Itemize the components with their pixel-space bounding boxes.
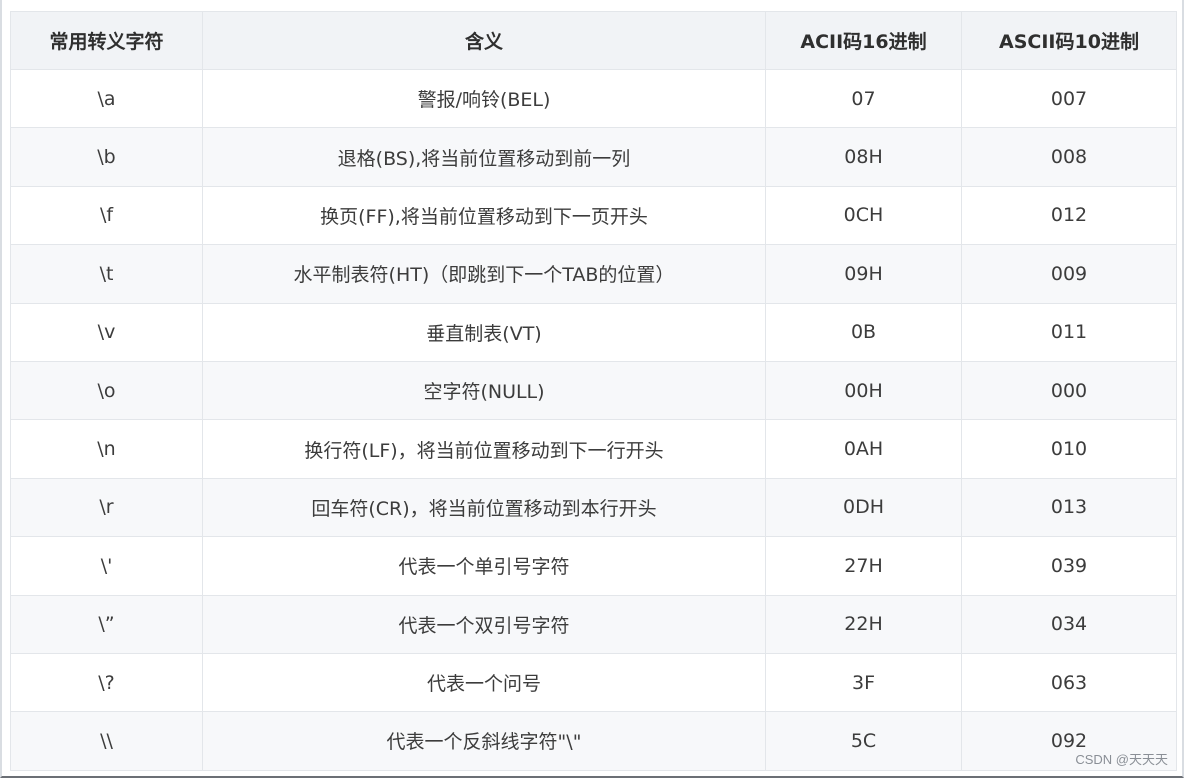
escape-char-table: 常用转义字符 含义 ACII码16进制 ASCII码10进制 \a 警报/响铃(B… <box>10 11 1177 771</box>
hex-code-cell: 5C <box>765 711 962 771</box>
hex-code-cell: 0CH <box>765 185 962 246</box>
meaning-cell: 水平制表符(HT)（即跳到下一个TAB的位置） <box>202 244 766 304</box>
meaning-cell: 代表一个问号 <box>202 652 766 713</box>
meaning-cell: 代表一个双引号字符 <box>202 594 766 654</box>
table-row: \' 代表一个单引号字符 27H 039 <box>10 536 1177 596</box>
header-escape-char: 常用转义字符 <box>10 11 203 70</box>
escape-char-cell: \b <box>10 127 203 187</box>
hex-code-cell: 0AH <box>765 419 962 479</box>
escape-char-cell: \' <box>10 536 203 596</box>
table-row: \r 回车符(CR)，将当前位置移动到本行开头 0DH 013 <box>10 477 1177 538</box>
escape-char-cell: \a <box>10 68 203 129</box>
meaning-cell: 警报/响铃(BEL) <box>202 68 766 129</box>
escape-char-cell: \f <box>10 185 203 246</box>
dec-code-cell: 063 <box>961 652 1177 713</box>
meaning-cell: 垂直制表(VT) <box>202 302 766 362</box>
dec-code-cell: 000 <box>961 360 1177 421</box>
meaning-cell: 空字符(NULL) <box>202 360 766 421</box>
escape-char-cell: \o <box>10 360 203 421</box>
dec-code-cell: 009 <box>961 244 1177 304</box>
meaning-cell: 回车符(CR)，将当前位置移动到本行开头 <box>202 477 766 538</box>
hex-code-cell: 07 <box>765 68 962 129</box>
escape-char-cell: \? <box>10 652 203 713</box>
dec-code-cell: 012 <box>961 185 1177 246</box>
header-meaning: 含义 <box>202 11 766 70</box>
escape-char-cell: \r <box>10 477 203 538</box>
meaning-cell: 代表一个单引号字符 <box>202 536 766 596</box>
dec-code-cell: 007 <box>961 68 1177 129</box>
meaning-cell: 换行符(LF)，将当前位置移动到下一行开头 <box>202 419 766 479</box>
dec-code-cell: 034 <box>961 594 1177 654</box>
meaning-cell: 代表一个反斜线字符"\" <box>202 711 766 771</box>
table-row: \v 垂直制表(VT) 0B 011 <box>10 302 1177 362</box>
table-row: \a 警报/响铃(BEL) 07 007 <box>10 68 1177 129</box>
header-dec-code: ASCII码10进制 <box>961 11 1177 70</box>
table-body: \a 警报/响铃(BEL) 07 007 \b 退格(BS),将当前位置移动到前一列 08H… <box>10 68 1177 771</box>
escape-char-cell: \” <box>10 594 203 654</box>
dec-code-cell: 039 <box>961 536 1177 596</box>
hex-code-cell: 0DH <box>765 477 962 538</box>
escape-char-cell: \n <box>10 419 203 479</box>
hex-code-cell: 3F <box>765 652 962 713</box>
hex-code-cell: 08H <box>765 127 962 187</box>
table-row: \o 空字符(NULL) 00H 000 <box>10 360 1177 421</box>
hex-code-cell: 00H <box>765 360 962 421</box>
hex-code-cell: 22H <box>765 594 962 654</box>
dec-code-cell: 010 <box>961 419 1177 479</box>
header-hex-code: ACII码16进制 <box>765 11 962 70</box>
header-row: 常用转义字符 含义 ACII码16进制 ASCII码10进制 <box>10 11 1177 70</box>
hex-code-cell: 09H <box>765 244 962 304</box>
escape-char-cell: \v <box>10 302 203 362</box>
hex-code-cell: 27H <box>765 536 962 596</box>
table-header: 常用转义字符 含义 ACII码16进制 ASCII码10进制 <box>10 11 1177 70</box>
escape-char-cell: \\ <box>10 711 203 771</box>
table-row: \f 换页(FF),将当前位置移动到下一页开头 0CH 012 <box>10 185 1177 246</box>
meaning-cell: 退格(BS),将当前位置移动到前一列 <box>202 127 766 187</box>
table-row: \\ 代表一个反斜线字符"\" 5C 092 <box>10 711 1177 771</box>
table-row: \t 水平制表符(HT)（即跳到下一个TAB的位置） 09H 009 <box>10 244 1177 304</box>
escape-char-cell: \t <box>10 244 203 304</box>
table-row: \? 代表一个问号 3F 063 <box>10 652 1177 713</box>
dec-code-cell: 008 <box>961 127 1177 187</box>
meaning-cell: 换页(FF),将当前位置移动到下一页开头 <box>202 185 766 246</box>
dec-code-cell: 011 <box>961 302 1177 362</box>
hex-code-cell: 0B <box>765 302 962 362</box>
table-row: \n 换行符(LF)，将当前位置移动到下一行开头 0AH 010 <box>10 419 1177 479</box>
table-row: \b 退格(BS),将当前位置移动到前一列 08H 008 <box>10 127 1177 187</box>
table-row: \” 代表一个双引号字符 22H 034 <box>10 594 1177 654</box>
csdn-watermark: CSDN @天天天 <box>1075 752 1168 767</box>
dec-code-cell: 013 <box>961 477 1177 538</box>
